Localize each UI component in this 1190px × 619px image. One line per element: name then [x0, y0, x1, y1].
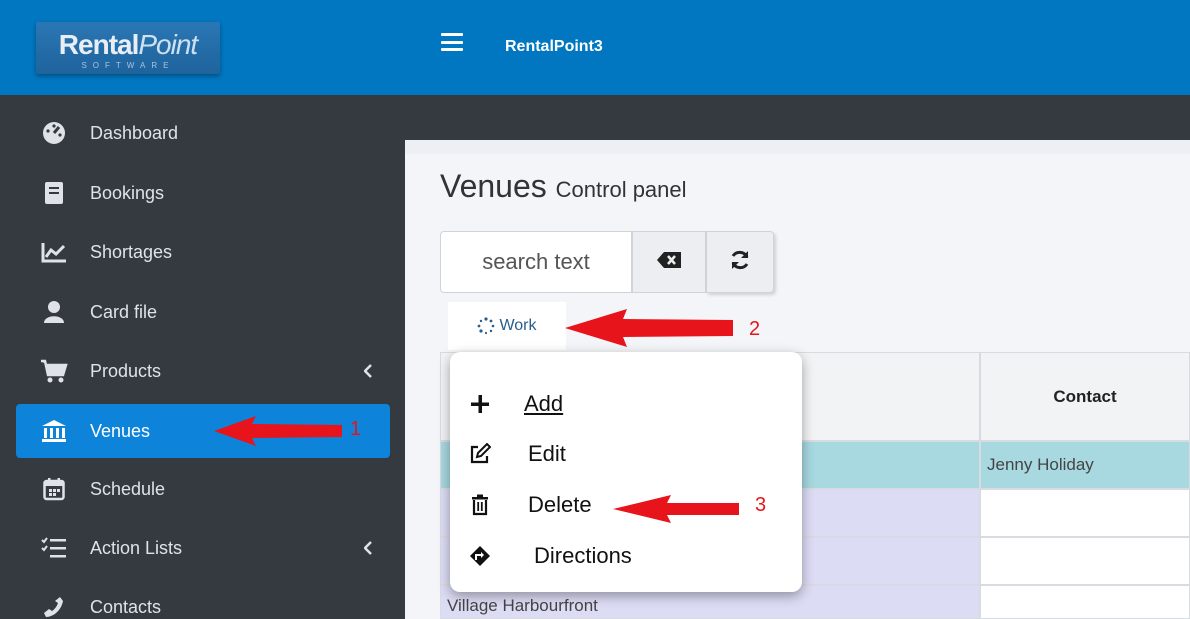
- chart-line-icon: [36, 238, 72, 266]
- plus-icon: [468, 392, 492, 416]
- sidebar-item-dashboard[interactable]: Dashboard: [16, 106, 390, 160]
- sidebar-item-label: Bookings: [90, 182, 165, 203]
- table-cell-contact[interactable]: [980, 585, 1190, 619]
- secondary-bar: [405, 95, 1190, 140]
- menu-item-edit[interactable]: Edit: [468, 434, 566, 474]
- menu-item-label: Edit: [528, 441, 566, 466]
- sidebar-item-contacts[interactable]: Contacts: [16, 580, 390, 619]
- sidebar-item-card-file[interactable]: Card file: [16, 285, 390, 339]
- sidebar-item-action-lists[interactable]: Action Lists: [16, 521, 390, 575]
- sidebar-item-label: Card file: [90, 301, 158, 322]
- menu-item-delete[interactable]: Delete: [468, 485, 592, 525]
- sidebar-item-products[interactable]: Products: [16, 344, 390, 398]
- sidebar-item-label: Shortages: [90, 241, 173, 262]
- sidebar-item-label: Dashboard: [90, 122, 179, 143]
- annotation-arrow-1: [214, 416, 342, 446]
- clear-search-button[interactable]: [632, 231, 706, 293]
- cart-icon: [36, 357, 72, 385]
- annotation-number-2: 2: [749, 318, 761, 340]
- chevron-left-icon: [363, 539, 372, 560]
- refresh-button[interactable]: [706, 231, 774, 293]
- menu-item-add[interactable]: Add: [468, 384, 591, 424]
- work-dropdown-menu: Add Edit Delete Directions: [450, 352, 802, 592]
- page-title-text: Venues: [440, 168, 547, 204]
- user-icon: [36, 298, 72, 326]
- logo-area: RentalPoint SOFTWARE: [0, 0, 405, 95]
- edit-icon: [468, 442, 492, 466]
- annotation-number-1: 1: [350, 418, 362, 440]
- rentalpoint-logo[interactable]: RentalPoint SOFTWARE: [36, 22, 220, 74]
- sidebar-item-label: Contacts: [90, 596, 162, 617]
- chevron-left-icon: [363, 362, 372, 383]
- sidebar: RentalPoint SOFTWARE Dashboard Bookings …: [0, 0, 405, 619]
- phone-icon: [36, 593, 72, 619]
- backspace-icon: [657, 251, 681, 273]
- refresh-icon: [729, 249, 751, 276]
- dashboard-icon: [36, 119, 72, 147]
- page-title: Venues Control panel: [440, 168, 687, 205]
- sidebar-item-label: Schedule: [90, 478, 166, 499]
- sidebar-item-label: Products: [90, 360, 162, 381]
- spinner-icon: [478, 317, 495, 335]
- table-cell-contact[interactable]: [980, 489, 1190, 537]
- top-navbar: RentalPoint3: [405, 0, 1190, 95]
- menu-item-directions[interactable]: Directions: [468, 536, 632, 576]
- work-label: Work: [499, 317, 537, 334]
- sidebar-item-label: Action Lists: [90, 537, 183, 558]
- table-header-contact[interactable]: Contact: [980, 352, 1190, 441]
- logo-text-software: SOFTWARE: [81, 61, 175, 70]
- logo-text-point: Point: [138, 29, 198, 60]
- hamburger-menu-icon[interactable]: [441, 33, 463, 51]
- table-cell-contact[interactable]: [980, 537, 1190, 585]
- search-input[interactable]: search text: [440, 231, 632, 293]
- annotation-arrow-2: [565, 309, 733, 347]
- page-subtitle: Control panel: [555, 177, 687, 202]
- menu-item-label: Add: [524, 391, 564, 416]
- logo-text-rental: RentalPoint: [58, 29, 198, 60]
- sidebar-item-bookings[interactable]: Bookings: [16, 166, 390, 220]
- sidebar-item-shortages[interactable]: Shortages: [16, 225, 390, 279]
- directions-icon: [468, 544, 492, 568]
- menu-item-label: Delete: [528, 492, 592, 517]
- annotation-arrow-3: [613, 495, 739, 523]
- trash-icon: [468, 493, 492, 517]
- tasks-icon: [36, 534, 72, 562]
- bank-icon: [36, 417, 72, 445]
- book-icon: [36, 179, 72, 207]
- sidebar-item-label: Venues: [90, 420, 151, 441]
- annotation-number-3: 3: [755, 494, 767, 516]
- table-cell-contact[interactable]: Jenny Holiday: [980, 441, 1190, 489]
- work-menu-button[interactable]: Work: [448, 302, 566, 350]
- sidebar-item-schedule[interactable]: Schedule: [16, 462, 390, 516]
- calendar-icon: [36, 475, 72, 503]
- menu-item-label: Directions: [534, 543, 632, 568]
- app-title: RentalPoint3: [505, 38, 603, 55]
